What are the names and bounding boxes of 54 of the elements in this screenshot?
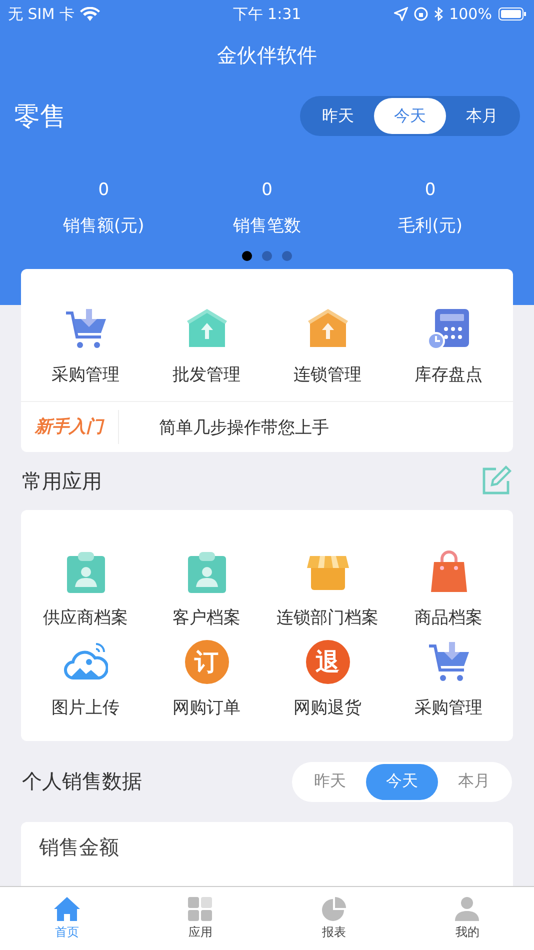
calculator-icon (426, 307, 470, 351)
edit-button[interactable] (480, 465, 512, 497)
app-label[interactable]: 连锁部门档案 (276, 608, 378, 628)
stat-value: 0 (262, 180, 272, 200)
edit-icon (480, 465, 512, 497)
circle-glyph-icon: 退 (306, 640, 350, 684)
section-title: 个人销售数据 (22, 768, 142, 795)
app-label[interactable]: 网购订单 (172, 698, 240, 718)
circle-glyph-icon: 订 (184, 640, 228, 684)
period-tab[interactable]: 昨天 (294, 764, 366, 800)
location-icon (394, 7, 408, 21)
app-title: 金伙伴软件 (217, 42, 317, 68)
period-tab[interactable]: 本月 (446, 98, 518, 134)
app-label[interactable]: 客户档案 (172, 608, 240, 628)
pie-chart-icon (320, 896, 347, 922)
clock-text: 下午 1:31 (232, 4, 302, 24)
page-dot[interactable] (282, 251, 292, 261)
bluetooth-icon (434, 7, 444, 21)
section-title: 零售 (14, 100, 66, 134)
tab-bar-item[interactable]: 我的 (400, 887, 534, 950)
tab-bar-item[interactable]: 报表 (267, 887, 400, 950)
period-tab[interactable]: 昨天 (302, 98, 374, 134)
period-tab[interactable]: 今天 (374, 98, 446, 134)
battery-icon (498, 7, 526, 21)
stat-label: 销售笔数 (232, 215, 301, 237)
guide-text[interactable]: 简单几步操作带您上手 (159, 416, 329, 438)
app-label[interactable]: 商品档案 (414, 608, 482, 628)
page-dot[interactable] (242, 251, 252, 261)
apps-grid-icon (187, 896, 214, 922)
wifi-icon (80, 6, 100, 22)
cart-icon (426, 640, 470, 684)
app-label[interactable]: 图片上传 (52, 698, 120, 718)
stat-value: 0 (98, 180, 110, 200)
module-label[interactable]: 连锁管理 (294, 365, 362, 385)
app-label[interactable]: 网购退货 (294, 698, 362, 718)
app-label[interactable]: 供应商档案 (43, 608, 128, 628)
rotation-lock-icon (414, 7, 428, 21)
app-label[interactable]: 采购管理 (414, 698, 482, 718)
period-tab[interactable]: 本月 (438, 764, 510, 800)
stat-label: 毛利(元) (398, 215, 462, 237)
page-dot[interactable] (262, 251, 272, 261)
stat-value: 0 (424, 180, 436, 200)
tab-bar-item[interactable]: 应用 (134, 887, 267, 950)
person-icon (454, 896, 480, 922)
battery-percent-text: 100% (449, 5, 492, 23)
home-icon (54, 896, 80, 922)
cart-icon (64, 307, 108, 351)
module-label[interactable]: 库存盘点 (414, 365, 482, 385)
card-title: 销售金额 (39, 835, 119, 859)
module-label[interactable]: 采购管理 (52, 365, 120, 385)
section-title: 常用应用 (22, 468, 102, 494)
carrier-text: 无 SIM 卡 (8, 4, 74, 24)
module-label[interactable]: 批发管理 (172, 365, 240, 385)
stat-label: 销售额(元) (63, 215, 144, 237)
